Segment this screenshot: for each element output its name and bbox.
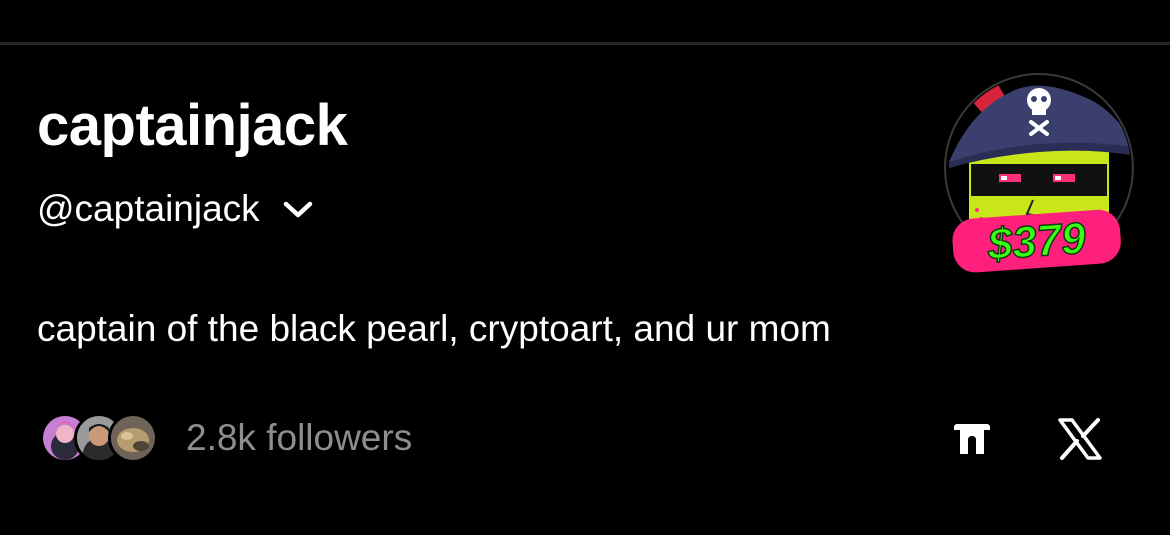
x-logo-icon[interactable] <box>1058 418 1102 460</box>
handle-dropdown[interactable]: @captainjack <box>37 186 314 232</box>
top-divider <box>0 42 1170 45</box>
svg-text:$379: $379 <box>985 214 1088 270</box>
follower-avatar <box>108 413 158 463</box>
followers-count: 2.8k followers <box>186 417 413 458</box>
threads-gate-icon[interactable] <box>952 420 992 458</box>
profile-avatar[interactable]: $379 <box>941 70 1137 280</box>
profile-header: captainjack @captainjack captain of the … <box>0 0 1170 535</box>
display-name: captainjack <box>37 93 348 158</box>
chevron-down-icon <box>283 201 312 218</box>
handle-label: @captainjack <box>37 188 260 229</box>
followers-link[interactable]: 2.8k followers <box>40 410 412 466</box>
bio-text: captain of the black pearl, cryptoart, a… <box>37 308 831 349</box>
